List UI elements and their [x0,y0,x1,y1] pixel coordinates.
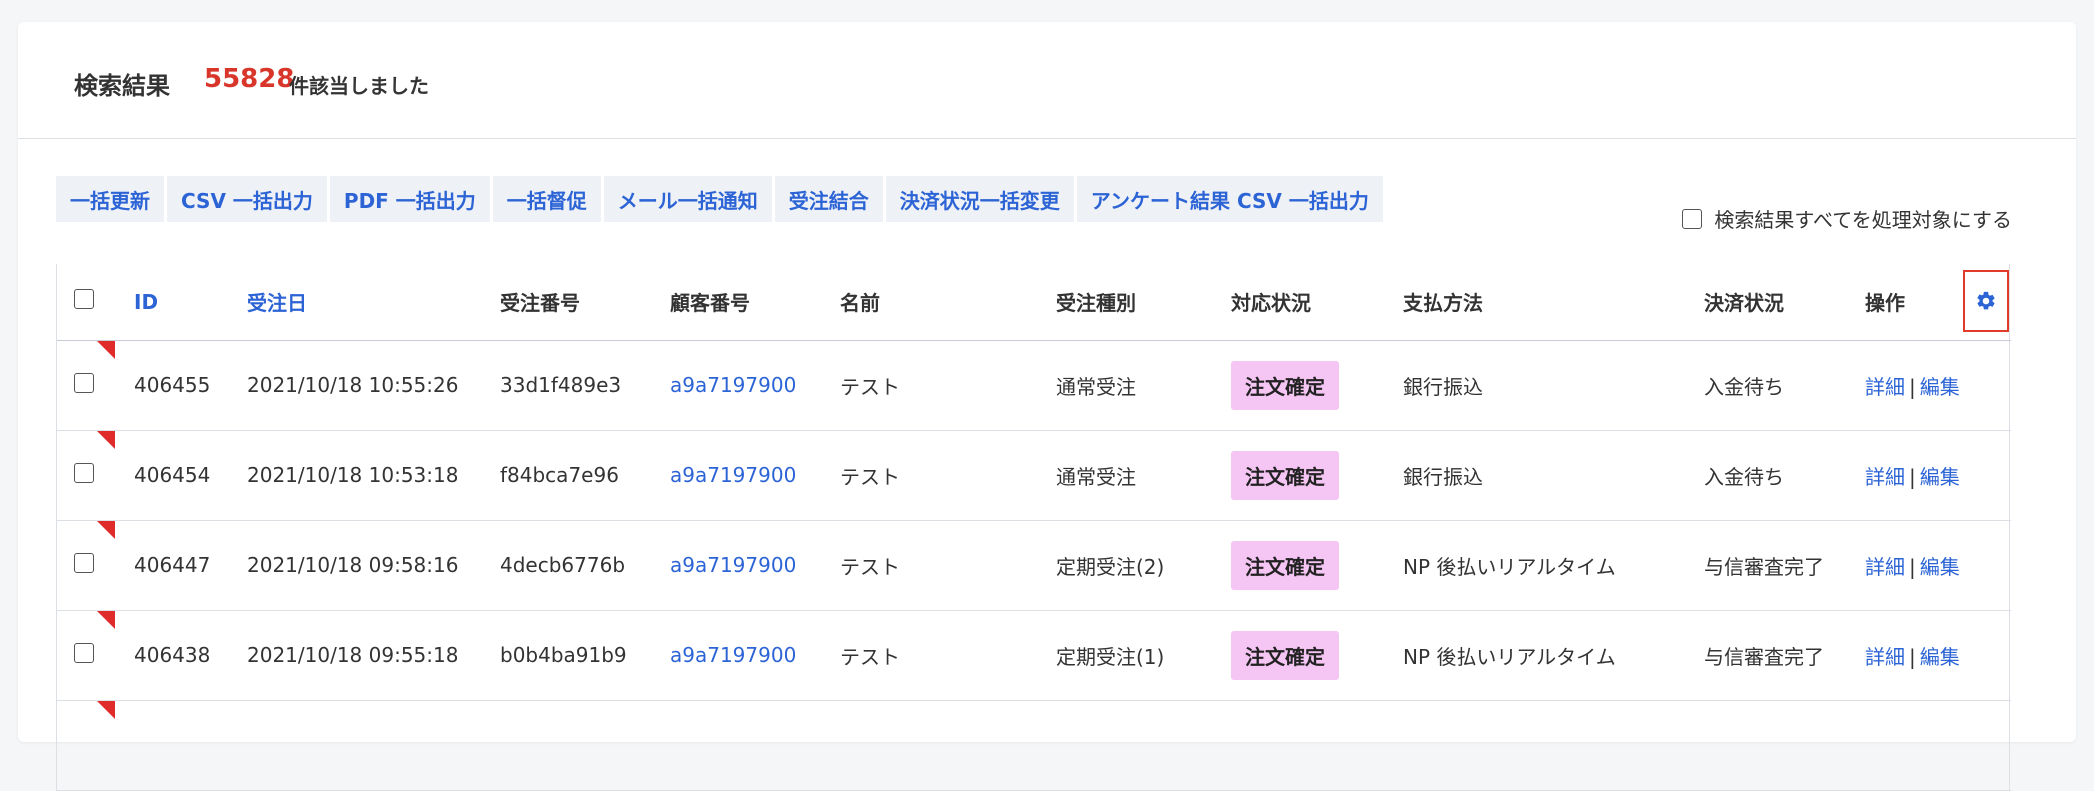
row-flag-marker [97,610,115,629]
card-header: 検索結果 55828 件該当しました [18,22,2076,139]
bulk-reminder-button[interactable]: 一括督促 [492,176,601,222]
cell-order-no: f84bca7e96 [500,463,619,487]
customer-no-link[interactable]: a9a7197900 [670,643,796,667]
column-settings-button[interactable] [1963,270,2009,332]
detail-link[interactable]: 詳細 [1865,465,1905,489]
row-checkbox[interactable] [74,372,94,393]
survey-csv-export-button[interactable]: アンケート結果 CSV 一括出力 [1076,176,1383,222]
bulk-update-button[interactable]: 一括更新 [56,176,164,222]
customer-no-link[interactable]: a9a7197900 [670,463,796,487]
cell-id: 406454 [134,463,211,487]
gear-icon [1977,291,1995,310]
column-header-order-type: 受注種別 [1056,291,1136,316]
row-checkbox[interactable] [74,552,94,573]
status-badge: 注文確定 [1231,360,1339,410]
edit-link[interactable]: 編集 [1920,465,1960,489]
table-row: 406455 2021/10/18 10:55:26 33d1f489e3 a9… [57,340,2011,430]
cell-payment-method: 銀行振込 [1403,374,1483,399]
status-badge: 注文確定 [1231,450,1339,500]
column-header-actions: 操作 [1865,264,2011,340]
detail-link[interactable]: 詳細 [1865,645,1905,669]
customer-no-link[interactable]: a9a7197900 [670,373,796,397]
cell-payment-method: 銀行振込 [1403,464,1483,489]
results-count-suffix: 件該当しました [289,74,429,98]
merge-orders-button[interactable]: 受注結合 [774,176,883,222]
row-checkbox-cell [57,610,134,700]
row-checkbox-cell [57,520,134,610]
row-flag-marker [97,430,115,449]
cell-order-no: b0b4ba91b9 [500,643,627,667]
cell-order-date: 2021/10/18 10:53:18 [247,463,459,487]
select-all-results[interactable]: 検索結果すべてを処理対象にする [1682,204,2012,233]
edit-link[interactable]: 編集 [1920,375,1960,399]
cell-order-date: 2021/10/18 10:55:26 [247,373,459,397]
table-row [57,700,2011,790]
detail-link[interactable]: 詳細 [1865,375,1905,399]
cell-id: 406438 [134,643,211,667]
bulk-mail-notify-button[interactable]: メール一括通知 [603,176,772,222]
cell-order-type: 定期受注(1) [1056,644,1165,669]
status-badge: 注文確定 [1231,540,1339,590]
cell-payment-method: NP 後払いリアルタイム [1403,644,1616,669]
table-header-row: ID 受注日 受注番号 顧客番号 名前 受注種別 対応状況 支払方法 決済状況 … [57,264,2011,340]
detail-link[interactable]: 詳細 [1865,555,1905,579]
bulk-pdf-export-button[interactable]: PDF 一括出力 [329,176,490,222]
table-row: 406438 2021/10/18 09:55:18 b0b4ba91b9 a9… [57,610,2011,700]
column-header-actions-label: 操作 [1865,291,1905,316]
cell-payment-status: 与信審査完了 [1704,644,1824,669]
header-checkbox-cell [57,264,134,340]
table-row: 406447 2021/10/18 09:58:16 4decb6776b a9… [57,520,2011,610]
action-separator: | [1909,644,1916,669]
table-row: 406454 2021/10/18 10:53:18 f84bca7e96 a9… [57,430,2011,520]
cell-payment-method: NP 後払いリアルタイム [1403,554,1616,579]
cell-name: テスト [840,554,900,579]
column-header-order-date[interactable]: 受注日 [247,264,500,340]
row-checkbox-cell [57,700,134,790]
bulk-payment-status-button[interactable]: 決済状況一括変更 [885,176,1074,222]
cell-order-type: 通常受注 [1056,464,1136,489]
action-separator: | [1909,464,1916,489]
cell-name: テスト [840,374,900,399]
cell-order-no: 4decb6776b [500,553,626,577]
row-checkbox-cell [57,430,134,520]
cell-payment-status: 入金待ち [1704,374,1784,399]
cell-payment-status: 与信審査完了 [1704,554,1824,579]
cell-name: テスト [840,644,900,669]
select-all-rows-checkbox[interactable] [74,289,94,310]
row-checkbox[interactable] [74,462,94,483]
bulk-csv-export-button[interactable]: CSV 一括出力 [167,176,327,222]
cell-order-no: 33d1f489e3 [500,373,622,397]
cell-order-type: 通常受注 [1056,374,1136,399]
cell-id: 406447 [134,553,211,577]
status-badge: 注文確定 [1231,630,1339,680]
bulk-action-bar: 一括更新 CSV 一括出力 PDF 一括出力 一括督促 メール一括通知 受注結合… [56,176,1383,222]
cell-order-type: 定期受注(2) [1056,554,1165,579]
results-title: 検索結果 [74,72,170,100]
select-all-results-checkbox[interactable] [1682,208,1703,229]
column-header-status: 対応状況 [1231,291,1311,316]
column-header-id[interactable]: ID [134,264,247,340]
cell-order-date: 2021/10/18 09:55:18 [247,643,459,667]
column-header-customer-no: 顧客番号 [670,291,750,316]
column-header-name: 名前 [840,291,880,316]
column-header-order-no: 受注番号 [500,291,580,316]
row-flag-marker [97,520,115,539]
customer-no-link[interactable]: a9a7197900 [670,553,796,577]
action-separator: | [1909,374,1916,399]
column-header-payment-method: 支払方法 [1403,291,1483,316]
row-checkbox-cell [57,340,134,430]
edit-link[interactable]: 編集 [1920,645,1960,669]
cell-id: 406455 [134,373,211,397]
orders-table: ID 受注日 受注番号 顧客番号 名前 受注種別 対応状況 支払方法 決済状況 … [56,264,2011,791]
cell-order-date: 2021/10/18 09:58:16 [247,553,459,577]
row-flag-marker [97,340,115,359]
column-header-payment-status: 決済状況 [1704,291,1784,316]
cell-payment-status: 入金待ち [1704,464,1784,489]
select-all-results-label: 検索結果すべてを処理対象にする [1714,208,2012,232]
edit-link[interactable]: 編集 [1920,555,1960,579]
cell-name: テスト [840,464,900,489]
action-separator: | [1909,554,1916,579]
results-count: 55828 [204,64,295,94]
row-checkbox[interactable] [74,642,94,663]
